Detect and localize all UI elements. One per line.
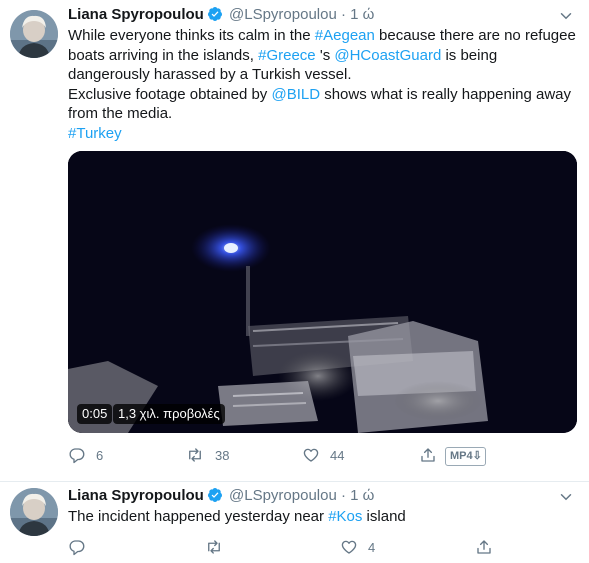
retweet-button[interactable]: 38 bbox=[185, 446, 229, 466]
tweet-text: While everyone thinks its calm in the #A… bbox=[68, 26, 583, 143]
video-view-count: 1,3 χιλ. προβολές bbox=[113, 404, 225, 424]
reply-count: 6 bbox=[96, 448, 104, 463]
share-icon bbox=[477, 540, 491, 554]
text-segment: The incident happened yesterday near bbox=[68, 508, 329, 525]
mention-link[interactable]: @BILD bbox=[271, 86, 320, 103]
avatar[interactable] bbox=[10, 488, 58, 536]
reply-button[interactable] bbox=[68, 538, 96, 558]
reply-button[interactable]: 6 bbox=[68, 446, 103, 466]
hashtag-link[interactable]: #Kos bbox=[328, 508, 362, 525]
reply-icon bbox=[69, 540, 85, 556]
heart-icon bbox=[341, 540, 357, 554]
retweet-icon bbox=[189, 448, 201, 462]
tweet-text-paragraph: Exclusive footage obtained by @BILD show… bbox=[68, 85, 583, 124]
separator-dot: · bbox=[341, 6, 346, 23]
heart-icon bbox=[303, 448, 319, 462]
text-segment: island bbox=[362, 508, 406, 525]
tweet[interactable]: Liana Spyropoulou @LSpyropoulou · 1 ώ Wh… bbox=[0, 0, 589, 482]
tweet-text: The incident happened yesterday near #Ko… bbox=[68, 507, 583, 527]
chevron-down-icon[interactable] bbox=[557, 488, 575, 506]
like-count: 44 bbox=[330, 448, 345, 463]
avatar[interactable] bbox=[10, 10, 58, 58]
tweet-actions: 4 bbox=[68, 538, 583, 558]
mp4-label: MP4 bbox=[450, 450, 473, 462]
text-segment: 's bbox=[315, 46, 335, 64]
hashtag-link[interactable]: #Turkey bbox=[68, 125, 122, 142]
author-name[interactable]: Liana Spyropoulou bbox=[68, 487, 204, 504]
timestamp[interactable]: 1 ώ bbox=[350, 6, 374, 23]
retweet-button[interactable] bbox=[204, 538, 234, 558]
retweet-icon bbox=[208, 540, 220, 554]
share-button[interactable] bbox=[475, 538, 493, 558]
chevron-down-icon[interactable] bbox=[557, 7, 575, 25]
verified-badge-icon bbox=[207, 488, 222, 502]
separator-dot: · bbox=[341, 487, 346, 504]
mention-link[interactable]: @HCoastGuard bbox=[334, 47, 441, 64]
reply-icon bbox=[69, 448, 85, 464]
mp4-download-button[interactable]: MP4⇩ bbox=[445, 447, 486, 466]
hashtag-link[interactable]: #Aegean bbox=[315, 27, 375, 44]
like-button[interactable]: 4 bbox=[340, 538, 375, 558]
like-count: 4 bbox=[368, 540, 376, 555]
tweet-text-paragraph: The incident happened yesterday near #Ko… bbox=[68, 507, 583, 527]
hashtag-link[interactable]: #Greece bbox=[258, 47, 316, 64]
timestamp[interactable]: 1 ώ bbox=[350, 487, 374, 504]
share-button[interactable] bbox=[419, 446, 437, 466]
retweet-count: 38 bbox=[215, 448, 230, 463]
tweet-text-paragraph: While everyone thinks its calm in the #A… bbox=[68, 26, 583, 85]
text-segment: Exclusive footage obtained by bbox=[68, 85, 272, 103]
share-icon bbox=[421, 448, 435, 462]
video-duration: 0:05 bbox=[77, 404, 113, 424]
tweet-text-paragraph: #Turkey bbox=[68, 124, 583, 144]
author-handle[interactable]: @LSpyropoulou bbox=[229, 6, 337, 23]
author-handle[interactable]: @LSpyropoulou bbox=[229, 487, 337, 504]
video-frame bbox=[68, 151, 577, 433]
tweet-actions: 6 38 44 MP4⇩ bbox=[68, 446, 583, 466]
verified-badge-icon bbox=[207, 7, 222, 21]
like-button[interactable]: 44 bbox=[302, 446, 344, 466]
video-player[interactable]: 0:05 1,3 χιλ. προβολές bbox=[68, 151, 577, 433]
text-segment: While everyone thinks its calm in the bbox=[68, 27, 315, 44]
tweet[interactable]: Liana Spyropoulou @LSpyropoulou · 1 ώ Th… bbox=[0, 482, 589, 563]
download-arrow-icon: ⇩ bbox=[472, 450, 482, 462]
author-name[interactable]: Liana Spyropoulou bbox=[68, 6, 204, 23]
